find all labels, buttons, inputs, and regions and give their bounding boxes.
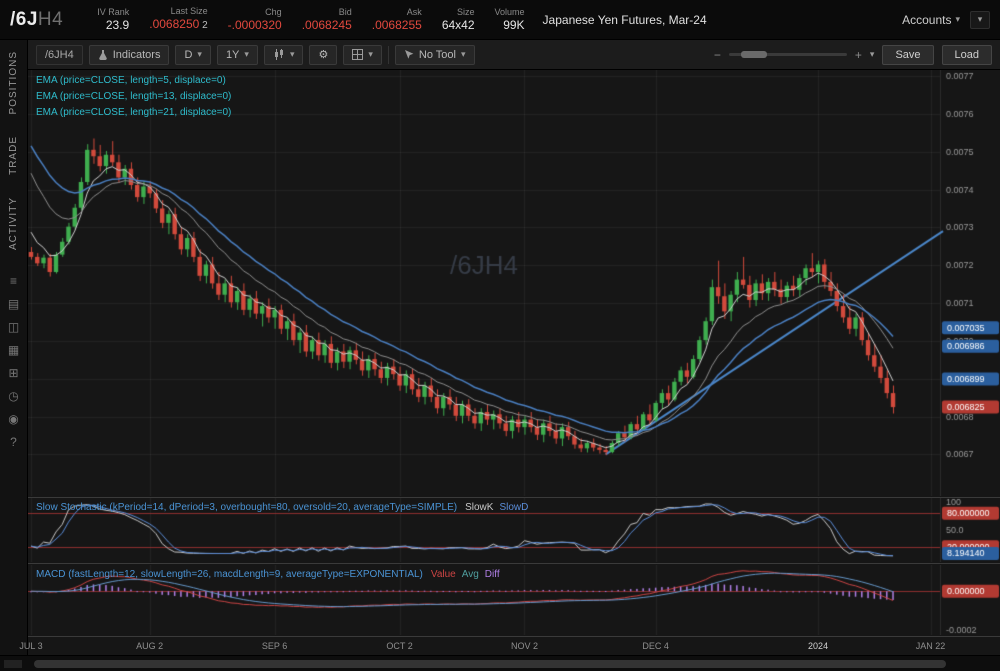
- chevron-down-icon: ▾: [244, 49, 249, 60]
- chevron-down-icon: ▾: [290, 49, 295, 60]
- watchlist-icon[interactable]: ▤: [8, 298, 19, 310]
- range-dropdown[interactable]: 1Y ▾: [217, 45, 258, 65]
- toolbar-separator: [388, 46, 389, 64]
- menu-icon[interactable]: ≡: [10, 275, 17, 287]
- pane-divider[interactable]: [28, 563, 1000, 564]
- header-field-ask: Ask.0068255: [372, 7, 422, 32]
- stochastic-pane-canvas[interactable]: [28, 498, 1000, 562]
- thinkorswim-app: /6JH4 IV Rank23.9 Last Size.0068250 2 Chg-…: [0, 0, 1000, 671]
- chart-toolbar: /6JH4 Indicators D ▾ 1Y ▾ ▾ ⚙: [28, 40, 1000, 70]
- time-axis: JUL 3AUG 2SEP 6OCT 2NOV 2DEC 42024JAN 22: [28, 637, 1000, 655]
- chart-type-dropdown[interactable]: ▾: [264, 45, 304, 65]
- chevron-down-icon: ▾: [368, 49, 373, 60]
- accounts-label: Accounts: [902, 13, 951, 27]
- drawing-tool-dropdown[interactable]: No Tool ▾: [395, 45, 475, 65]
- history-icon[interactable]: ◷: [8, 390, 18, 402]
- flask-icon: [98, 49, 108, 60]
- chevron-down-icon: ▾: [955, 14, 960, 25]
- time-axis-label: 2024: [808, 641, 828, 651]
- time-axis-label: DEC 4: [642, 641, 669, 651]
- aggregation-dropdown[interactable]: D ▾: [175, 45, 210, 65]
- collapse-header-button[interactable]: ▾: [970, 11, 990, 29]
- header-field-chg: Chg-.0000320: [228, 7, 282, 32]
- left-sidebar: POSITIONS TRADE ACTIVITY ≡ ▤ ◫ ▦ ⊞ ◷ ◉?: [0, 40, 28, 655]
- price-chart-canvas[interactable]: [28, 70, 1000, 496]
- layout-dropdown[interactable]: ▾: [343, 45, 382, 65]
- zoom-out-button[interactable]: −: [714, 48, 721, 62]
- aggregation-value: D: [184, 49, 192, 61]
- symbol-suffix: H4: [38, 9, 63, 30]
- orders-icon[interactable]: ◫: [8, 321, 19, 333]
- contract-description: Japanese Yen Futures, Mar-24: [543, 13, 707, 27]
- save-button[interactable]: Save: [882, 45, 933, 65]
- sidebar-tab-positions[interactable]: POSITIONS: [8, 51, 19, 114]
- scrollbar-corner: [4, 660, 22, 668]
- header-field-bid: Bid.0068245: [302, 7, 352, 32]
- chevron-down-icon: ▾: [978, 14, 983, 25]
- cursor-icon: [404, 49, 414, 60]
- time-axis-label: NOV 2: [511, 641, 538, 651]
- sidebar-icons: ≡ ▤ ◫ ▦ ⊞ ◷ ◉?: [8, 275, 19, 448]
- community-icon[interactable]: ◉: [8, 413, 18, 425]
- chevron-down-icon: ▾: [197, 49, 202, 60]
- time-axis-label: AUG 2: [136, 641, 163, 651]
- accounts-menu[interactable]: Accounts ▾: [902, 13, 960, 27]
- indicators-label: Indicators: [113, 49, 161, 61]
- apps-icon[interactable]: ⊞: [8, 367, 18, 379]
- quote-fields: IV Rank23.9 Last Size.0068250 2 Chg-.00003…: [77, 6, 524, 33]
- tool-value: No Tool: [419, 49, 456, 61]
- time-axis-label: SEP 6: [262, 641, 287, 651]
- grid-layout-icon: [352, 49, 363, 60]
- header-right: Accounts ▾ ▾: [902, 11, 990, 29]
- symbol-chip[interactable]: /6JH4: [36, 45, 83, 65]
- gear-icon: ⚙: [318, 48, 328, 61]
- load-button[interactable]: Load: [942, 45, 992, 65]
- time-axis-label: JUL 3: [19, 641, 42, 651]
- horizontal-scrollbar[interactable]: [34, 660, 946, 668]
- chevron-down-icon: ▾: [461, 49, 466, 60]
- zoom-slider[interactable]: [729, 53, 847, 56]
- bottom-scrollbar-track: [0, 655, 1000, 671]
- symbol-title: /6JH4: [10, 9, 63, 31]
- symbol-root: /6J: [10, 9, 38, 30]
- time-axis-label: JAN 22: [916, 641, 946, 651]
- toolbar-right: − + ▾ Save Load: [714, 45, 992, 65]
- time-axis-label: OCT 2: [386, 641, 412, 651]
- chart-area: EMA (price=CLOSE, length=5, displace=0) …: [28, 70, 1000, 655]
- header-field-iv-rank: IV Rank23.9: [97, 7, 129, 32]
- zoom-in-button[interactable]: +: [855, 48, 862, 62]
- header-field-volume: Volume99K: [495, 7, 525, 32]
- candlestick-chart-icon: [273, 49, 285, 60]
- chart-settings-button[interactable]: ⚙: [309, 45, 337, 65]
- range-value: 1Y: [226, 49, 239, 61]
- macd-pane-canvas[interactable]: [28, 565, 1000, 635]
- header-field-last-size: Last Size.0068250 2: [149, 6, 207, 33]
- sidebar-tab-trade[interactable]: TRADE: [8, 136, 19, 175]
- header-field-size: Size64x42: [442, 7, 475, 32]
- chevron-down-icon[interactable]: ▾: [870, 49, 875, 60]
- chart-icon[interactable]: ▦: [8, 344, 19, 356]
- help-icon[interactable]: ?: [10, 436, 17, 448]
- indicators-button[interactable]: Indicators: [89, 45, 170, 65]
- zoom-slider-handle[interactable]: [741, 51, 767, 58]
- quote-header: /6JH4 IV Rank23.9 Last Size.0068250 2 Chg-…: [0, 0, 1000, 40]
- sidebar-tab-activity[interactable]: ACTIVITY: [8, 197, 19, 250]
